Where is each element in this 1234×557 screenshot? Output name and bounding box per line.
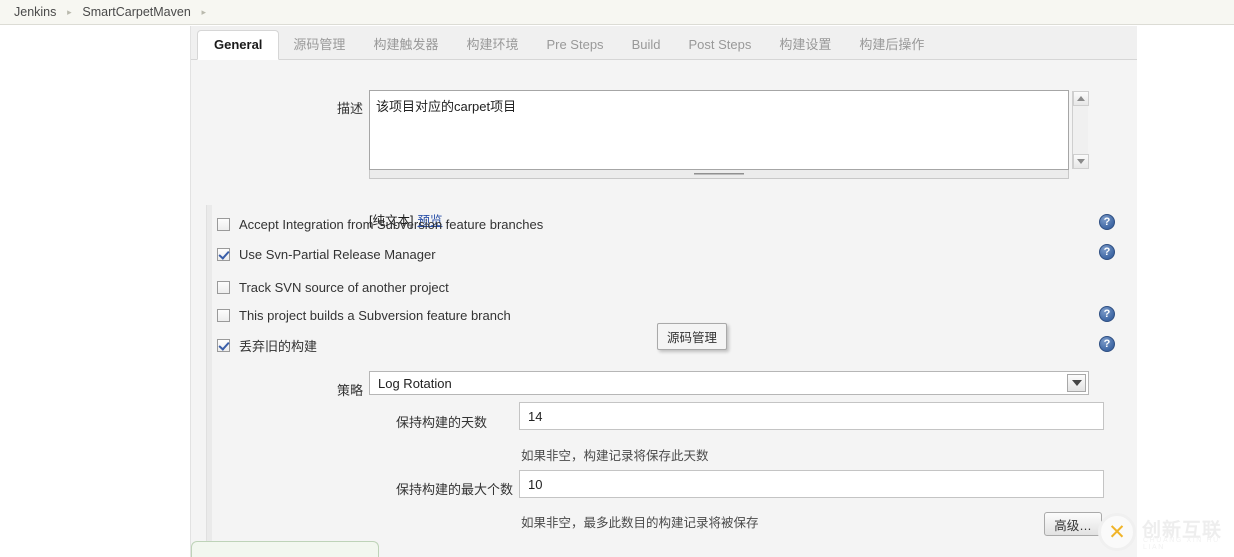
config-tab-strip: General 源码管理 构建触发器 构建环境 Pre Steps Build … xyxy=(191,26,1137,60)
tooltip-source-management: 源码管理 xyxy=(657,323,728,350)
max-builds-label: 保持构建的最大个数 xyxy=(396,482,514,497)
checkbox-builds-feature-branch[interactable] xyxy=(217,308,230,322)
days-to-keep-input[interactable]: 14 xyxy=(519,402,1104,430)
help-icon-svn-partial[interactable]: ? xyxy=(1099,244,1115,260)
textarea-resize-handle[interactable] xyxy=(369,170,1069,179)
checkbox-label-track-svn: Track SVN source of another project xyxy=(239,279,449,295)
watermark-logo-icon: ✕ xyxy=(1098,513,1136,551)
form-vertical-rule xyxy=(206,205,212,550)
strategy-label: 策略 xyxy=(336,383,363,398)
description-scrollbar[interactable] xyxy=(1072,91,1089,169)
max-builds-input[interactable]: 10 xyxy=(519,470,1104,498)
jenkins-config-page: Jenkins ▸ SmartCarpetMaven ▸ General 源码管… xyxy=(0,0,1234,557)
tab-build-environment[interactable]: 构建环境 xyxy=(452,31,532,59)
tab-general[interactable]: General xyxy=(197,30,280,60)
checkbox-svn-partial-release-manager[interactable] xyxy=(217,247,230,261)
chevron-down-icon[interactable] xyxy=(1067,374,1086,392)
checkbox-label-discard-old-builds: 丢弃旧的构建 xyxy=(239,338,318,354)
strategy-select[interactable]: Log Rotation xyxy=(369,371,1089,395)
watermark: ✕ 创新互联 CHUANG XIN HU LIAN xyxy=(1098,505,1234,557)
checkbox-label-svn-partial: Use Svn-Partial Release Manager xyxy=(239,246,436,262)
checkbox-track-svn-source[interactable] xyxy=(217,280,230,294)
checkbox-row-svn-partial[interactable]: Use Svn-Partial Release Manager xyxy=(217,245,436,263)
checkbox-discard-old-builds[interactable] xyxy=(217,338,230,352)
breadcrumb-separator-2: ▸ xyxy=(201,6,207,17)
watermark-subtitle: CHUANG XIN HU LIAN xyxy=(1143,537,1220,551)
help-icon-discard-old-builds[interactable]: ? xyxy=(1099,336,1115,352)
tab-build-settings[interactable]: 构建设置 xyxy=(765,31,845,59)
checkbox-row-accept-integration[interactable]: Accept Integration from Subversion featu… xyxy=(217,215,543,233)
breadcrumb: Jenkins ▸ SmartCarpetMaven ▸ xyxy=(0,0,1234,25)
description-field-wrap: 该项目对应的carpet项目 xyxy=(369,90,1089,179)
checkbox-row-discard-old-builds[interactable]: 丢弃旧的构建 xyxy=(217,336,317,354)
help-icon-accept-integration[interactable]: ? xyxy=(1099,214,1115,230)
breadcrumb-separator-1: ▸ xyxy=(67,6,72,17)
days-to-keep-help-text: 如果非空，构建记录将保存此天数 xyxy=(521,449,709,463)
help-icon-feature-branch[interactable]: ? xyxy=(1099,306,1115,322)
tab-build-triggers[interactable]: 构建触发器 xyxy=(359,31,452,59)
checkbox-label-feature-branch: This project builds a Subversion feature… xyxy=(239,307,511,323)
config-form: 描述 该项目对应的carpet项目 [纯文本] 预览 Accept Integra… xyxy=(191,60,1137,557)
max-builds-help-text: 如果非空，最多此数目的构建记录将被保存 xyxy=(521,516,759,530)
checkbox-accept-integration[interactable] xyxy=(217,217,230,231)
checkbox-row-track-svn[interactable]: Track SVN source of another project xyxy=(217,278,449,296)
checkbox-label-accept-integration: Accept Integration from Subversion featu… xyxy=(239,216,544,232)
breadcrumb-item-project[interactable]: SmartCarpetMaven xyxy=(76,5,196,19)
advanced-button[interactable]: 高级… xyxy=(1044,512,1102,536)
tab-pre-steps[interactable]: Pre Steps xyxy=(532,31,617,59)
description-textarea[interactable]: 该项目对应的carpet项目 xyxy=(369,90,1069,170)
breadcrumb-item-jenkins[interactable]: Jenkins xyxy=(8,5,62,19)
tab-source-management[interactable]: 源码管理 xyxy=(279,31,359,59)
strategy-selected-value: Log Rotation xyxy=(378,375,452,391)
days-to-keep-label: 保持构建的天数 xyxy=(396,415,488,430)
config-panel: General 源码管理 构建触发器 构建环境 Pre Steps Build … xyxy=(190,26,1137,557)
scroll-up-icon[interactable] xyxy=(1073,91,1089,106)
tab-post-steps[interactable]: Post Steps xyxy=(674,31,765,59)
save-bar xyxy=(191,541,379,557)
checkbox-row-feature-branch[interactable]: This project builds a Subversion feature… xyxy=(217,306,511,324)
tab-build[interactable]: Build xyxy=(618,31,675,59)
scroll-down-icon[interactable] xyxy=(1073,154,1089,169)
tab-post-build-actions[interactable]: 构建后操作 xyxy=(845,31,938,59)
description-label: 描述 xyxy=(336,101,363,116)
